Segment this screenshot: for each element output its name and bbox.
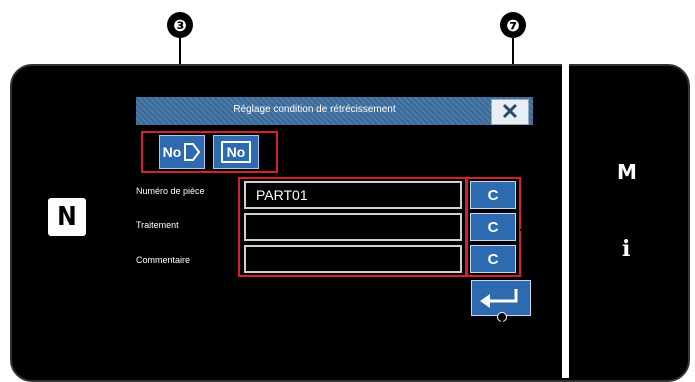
no-select-button[interactable]: No	[159, 135, 205, 169]
callout-3: ❸	[167, 12, 193, 38]
no-change-button[interactable]: No	[213, 135, 259, 169]
dialog-title: Réglage condition de rétrécissement	[233, 104, 396, 115]
m-button[interactable]: M	[617, 160, 637, 184]
callout-7: ❼	[500, 12, 526, 38]
comment-field[interactable]	[244, 245, 462, 273]
enter-button[interactable]	[471, 280, 531, 316]
treatment-field[interactable]	[244, 213, 462, 241]
clear-part-number-button[interactable]: C	[470, 181, 516, 209]
part-number-label: Numéro de pièce	[136, 186, 205, 196]
clear-callout-connector	[520, 229, 552, 231]
comment-label: Commentaire	[136, 255, 191, 265]
clear-callout-line	[551, 230, 553, 378]
panel-divider	[562, 64, 569, 378]
close-highlight	[500, 94, 524, 110]
enter-callout-line	[501, 320, 503, 378]
fields-callout-line	[362, 277, 364, 378]
enter-icon	[480, 289, 518, 308]
nfc-icon: N	[48, 198, 86, 236]
info-button[interactable]: i	[622, 236, 630, 262]
arrow-right-icon	[184, 143, 201, 161]
clear-comment-button[interactable]: C	[470, 245, 516, 273]
clear-treatment-button[interactable]: C	[470, 213, 516, 241]
treatment-label: Traitement	[136, 220, 179, 230]
dialog-titlebar: Réglage condition de rétrécissement	[136, 97, 533, 125]
part-number-field[interactable]: PART01	[244, 181, 462, 209]
